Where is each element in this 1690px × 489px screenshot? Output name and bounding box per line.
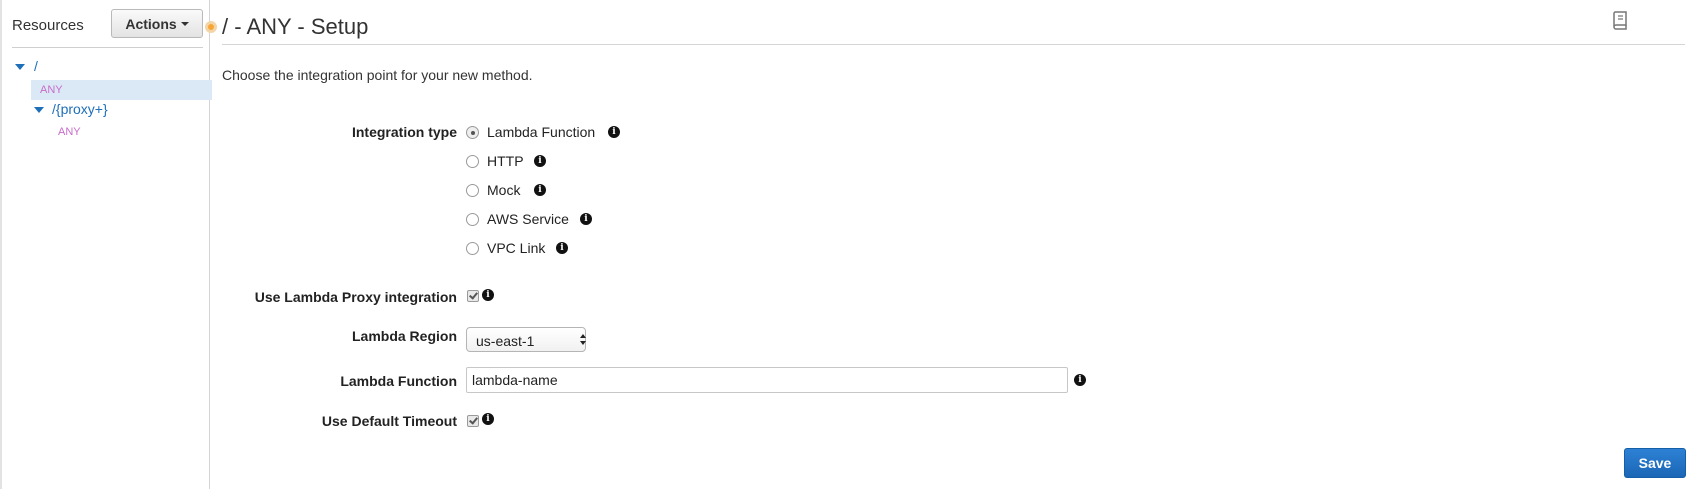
lambda-function-label: Lambda Function [340,373,457,389]
radio-http[interactable] [466,155,479,168]
proxy-integration-label: Use Lambda Proxy integration [254,289,457,305]
tree-item-proxy[interactable]: /{proxy+} [52,101,108,117]
radio-aws-service-label[interactable]: AWS Service [487,211,569,227]
lambda-region-value: us-east-1 [476,333,535,349]
resources-title: Resources [12,17,84,34]
radio-lambda-function[interactable] [466,126,479,139]
divider [12,47,203,48]
tree-item-proxy-any[interactable]: ANY [58,126,81,138]
info-icon[interactable]: i [1074,374,1086,386]
radio-mock[interactable] [466,184,479,197]
intro-text: Choose the integration point for your ne… [222,67,533,83]
lambda-region-select[interactable]: us-east-1 [466,327,586,352]
radio-aws-service[interactable] [466,213,479,226]
actions-label: Actions [125,15,177,32]
caret-down-icon [180,21,189,26]
radio-mock-label[interactable]: Mock [487,182,520,198]
actions-button[interactable]: Actions [111,9,203,38]
page-title: / - ANY - Setup [222,14,369,39]
radio-vpc-link-label[interactable]: VPC Link [487,240,545,256]
info-icon[interactable]: i [534,155,546,167]
tree-collapse-icon[interactable] [15,64,25,70]
radio-lambda-function-label[interactable]: Lambda Function [487,124,595,140]
panel-resize-handle[interactable] [205,21,217,33]
save-label: Save [1638,455,1672,471]
default-timeout-checkbox[interactable] [467,415,479,427]
info-icon[interactable]: i [556,242,568,254]
lambda-function-input[interactable] [466,367,1068,393]
method-label: ANY [40,84,63,96]
default-timeout-label: Use Default Timeout [321,413,457,429]
info-icon[interactable]: i [534,184,546,196]
info-icon[interactable]: i [608,126,620,138]
title-divider [222,44,1685,45]
book-icon[interactable] [1610,10,1630,30]
radio-http-label[interactable]: HTTP [487,153,524,169]
info-icon[interactable]: i [482,413,494,425]
tree-item-root-any[interactable]: ANY [31,80,212,100]
info-icon[interactable]: i [482,289,494,301]
tree-item-root[interactable]: / [34,58,38,74]
tree-collapse-icon[interactable] [34,107,44,113]
proxy-integration-checkbox[interactable] [467,290,479,302]
info-icon[interactable]: i [580,213,592,225]
save-button[interactable]: Save [1624,448,1686,478]
lambda-region-label: Lambda Region [351,328,457,344]
integration-type-label: Integration type [351,124,457,140]
radio-vpc-link[interactable] [466,242,479,255]
resources-panel: Resources Actions / ANY /{proxy+} ANY [0,0,212,489]
